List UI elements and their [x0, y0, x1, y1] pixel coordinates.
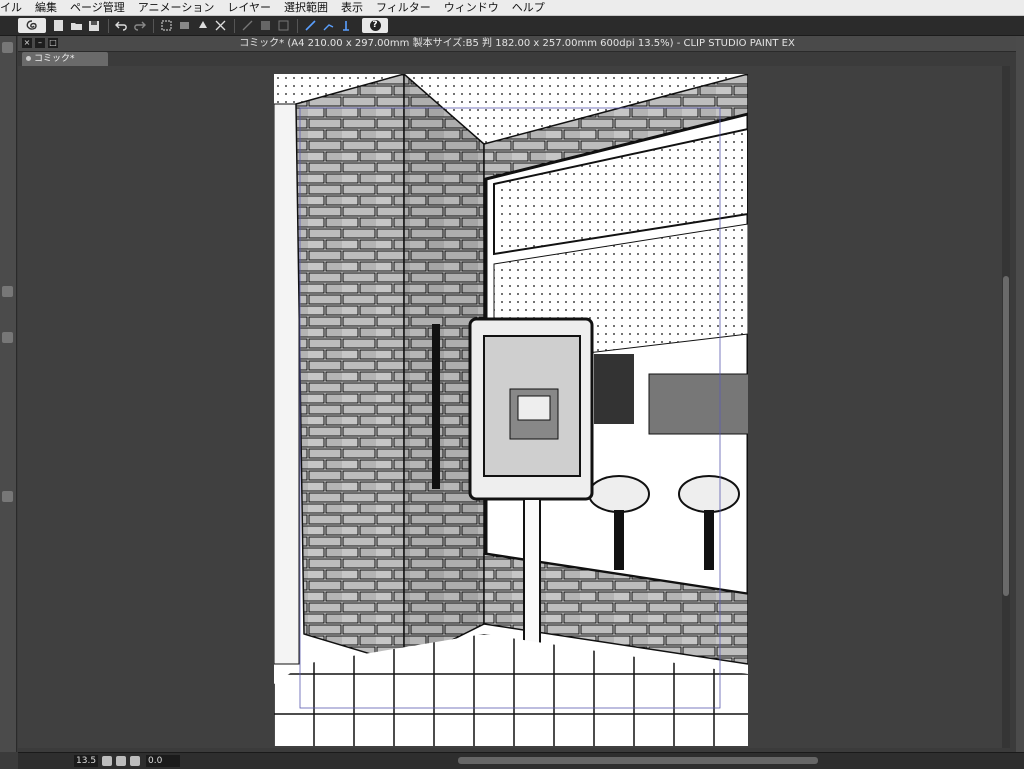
help-icon: ?	[369, 20, 381, 31]
horizontal-scrollbar[interactable]	[458, 757, 818, 764]
fill-icon[interactable]	[194, 18, 210, 33]
document-title-bar: × – □ コミック* (A4 210.00 x 297.00mm 製本サイズ:…	[18, 36, 1016, 52]
menu-page[interactable]: ページ管理	[70, 0, 125, 15]
dock-toggle-icon[interactable]	[2, 42, 13, 53]
clear-icon[interactable]	[239, 18, 255, 33]
menu-file[interactable]: イル	[0, 0, 22, 15]
status-bar: 13.5 0.0	[18, 752, 1024, 769]
tab-bar: コミック*	[18, 52, 1016, 66]
vertical-scrollbar[interactable]	[1002, 66, 1010, 748]
actual-size-icon[interactable]	[130, 756, 141, 766]
help-button[interactable]: ?	[362, 18, 388, 33]
grid-snap-icon[interactable]	[338, 18, 354, 33]
special-ruler-snap-icon[interactable]	[320, 18, 336, 33]
toolbar-divider	[234, 18, 235, 33]
zoom-stepper-icon[interactable]	[102, 756, 113, 766]
selection-icon[interactable]	[275, 18, 291, 33]
toolbar-divider	[153, 18, 154, 33]
canvas-workspace[interactable]	[18, 66, 1002, 748]
comic-page[interactable]	[274, 74, 748, 746]
right-dock	[1016, 36, 1024, 752]
tab-document[interactable]: コミック*	[22, 52, 108, 66]
menu-filter[interactable]: フィルター	[376, 0, 431, 15]
scrollbar-thumb[interactable]	[1003, 276, 1009, 596]
document-title: コミック* (A4 210.00 x 297.00mm 製本サイズ:B5 判 1…	[239, 38, 795, 49]
tool-icon[interactable]	[2, 286, 13, 297]
menu-help[interactable]: ヘルプ	[512, 0, 545, 15]
menu-bar: イル 編集 ページ管理 アニメーション レイヤー 選択範囲 表示 フィルター ウ…	[0, 0, 1024, 16]
brush-icon[interactable]	[2, 491, 13, 502]
ruler-snap-icon[interactable]	[302, 18, 318, 33]
menu-window[interactable]: ウィンドウ	[444, 0, 499, 15]
menu-edit[interactable]: 編集	[35, 0, 57, 15]
zoom-icon[interactable]	[2, 332, 13, 343]
tab-dot-icon	[26, 56, 31, 61]
clip-studio-logo-icon[interactable]	[18, 18, 46, 33]
menu-layer[interactable]: レイヤー	[227, 0, 271, 15]
open-icon[interactable]	[68, 18, 84, 33]
zoom-level[interactable]: 13.5	[74, 755, 99, 767]
command-bar: ?	[0, 16, 1024, 36]
toolbar-divider	[108, 18, 109, 33]
menu-animation[interactable]: アニメーション	[138, 0, 215, 15]
save-icon[interactable]	[86, 18, 102, 33]
tab-label: コミック*	[34, 54, 75, 64]
scale-icon[interactable]	[212, 18, 228, 33]
eraser-icon[interactable]	[176, 18, 192, 33]
new-icon[interactable]	[50, 18, 66, 33]
fit-view-icon[interactable]	[116, 756, 127, 766]
manga-illustration	[274, 74, 748, 746]
rotation-angle[interactable]: 0.0	[146, 755, 181, 767]
menu-selection[interactable]: 選択範囲	[284, 0, 328, 15]
toolbar-divider	[297, 18, 298, 33]
menu-view[interactable]: 表示	[341, 0, 363, 15]
fill-selection-icon[interactable]	[257, 18, 273, 33]
undo-icon[interactable]	[113, 18, 129, 33]
left-dock	[0, 36, 17, 752]
redo-icon[interactable]	[131, 18, 147, 33]
transform-icon[interactable]	[158, 18, 174, 33]
